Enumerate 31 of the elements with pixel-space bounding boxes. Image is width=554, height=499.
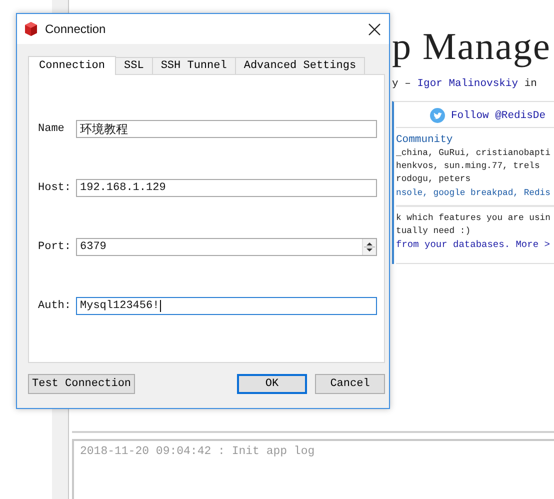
bird-icon	[430, 108, 445, 123]
field-label: Port:	[38, 241, 72, 253]
feature-text: tually need :)	[396, 225, 472, 238]
follow-link[interactable]: Follow @RedisDe	[451, 110, 546, 122]
contributor-line: henkvos, sun.ming.77, trels	[396, 160, 541, 173]
contributor-line: _china, GuRui, cristianobapti	[396, 147, 552, 160]
field-label: Name	[38, 123, 66, 135]
dialog-button[interactable]: Cancel	[315, 374, 385, 394]
input-field[interactable]: Mysql123456!	[76, 297, 377, 315]
feature-text: k which features you are usin	[396, 212, 552, 225]
spin-control[interactable]	[362, 239, 376, 255]
field-label: Auth:	[38, 300, 72, 312]
input-field[interactable]: 6379	[76, 238, 377, 256]
input-field[interactable]: 192.168.1.129	[76, 179, 377, 197]
log-line: 2018-11-20 09:04:42 : Init app log	[80, 445, 316, 458]
field-label: Host:	[38, 182, 72, 194]
dialog-button[interactable]: OK	[237, 374, 307, 394]
contributor-line: rodogu, peters	[396, 173, 472, 186]
author-link[interactable]: Igor Malinovskiy	[417, 78, 518, 90]
projects-line: nsole, google breakpad, Redis	[396, 186, 554, 207]
input-field[interactable]: 环境教程	[76, 120, 377, 138]
page-title: p Manage	[392, 25, 552, 69]
window-title: Connection	[45, 22, 107, 36]
cube-icon	[23, 21, 39, 37]
tab[interactable]: Connection	[28, 56, 116, 75]
community-heading: Community	[396, 133, 454, 147]
more-link[interactable]: from your databases. More >	[396, 238, 554, 264]
close-icon	[368, 22, 380, 36]
byline-text: y – Igor Malinovskiy in	[392, 77, 538, 91]
tab[interactable]: Advanced Settings	[234, 57, 366, 74]
dialog-button[interactable]: Test Connection	[28, 374, 136, 394]
